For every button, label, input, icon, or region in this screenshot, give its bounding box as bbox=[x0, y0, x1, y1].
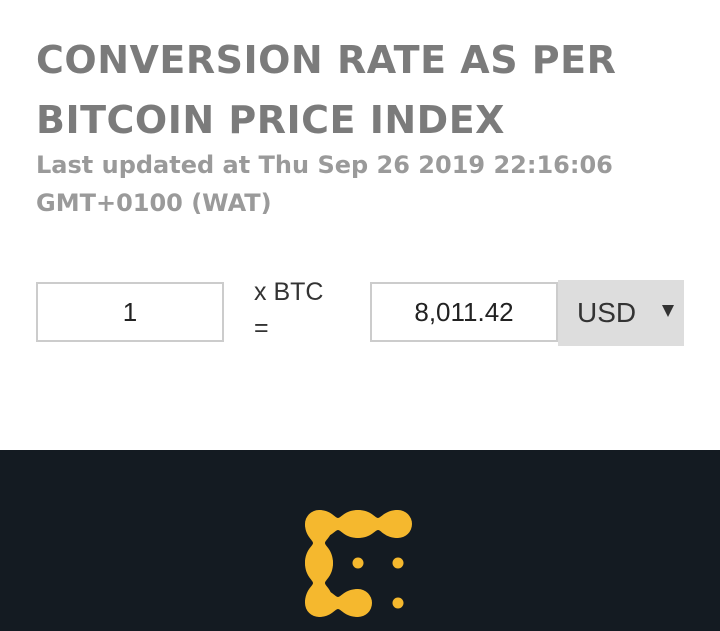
last-updated-text: Last updated at Thu Sep 26 2019 22:16:06… bbox=[36, 151, 613, 217]
dropdown-caret-icon bbox=[662, 305, 674, 317]
converted-amount-field[interactable] bbox=[370, 282, 558, 342]
converter-section: CONVERSION RATE AS PER BITCOIN PRICE IND… bbox=[0, 0, 720, 450]
btc-amount-input[interactable] bbox=[38, 284, 222, 340]
footer bbox=[0, 450, 720, 631]
currency-select[interactable]: USD bbox=[558, 280, 684, 346]
page: CONVERSION RATE AS PER BITCOIN PRICE IND… bbox=[0, 0, 720, 631]
page-title: CONVERSION RATE AS PER BITCOIN PRICE IND… bbox=[36, 38, 617, 142]
multiplier-label: x BTC = bbox=[254, 278, 324, 342]
btc-amount-field[interactable] bbox=[36, 282, 224, 342]
converted-amount-input[interactable] bbox=[372, 284, 556, 340]
coinmarket-logo-icon[interactable] bbox=[305, 510, 415, 618]
currency-selected-value: USD bbox=[577, 297, 637, 328]
